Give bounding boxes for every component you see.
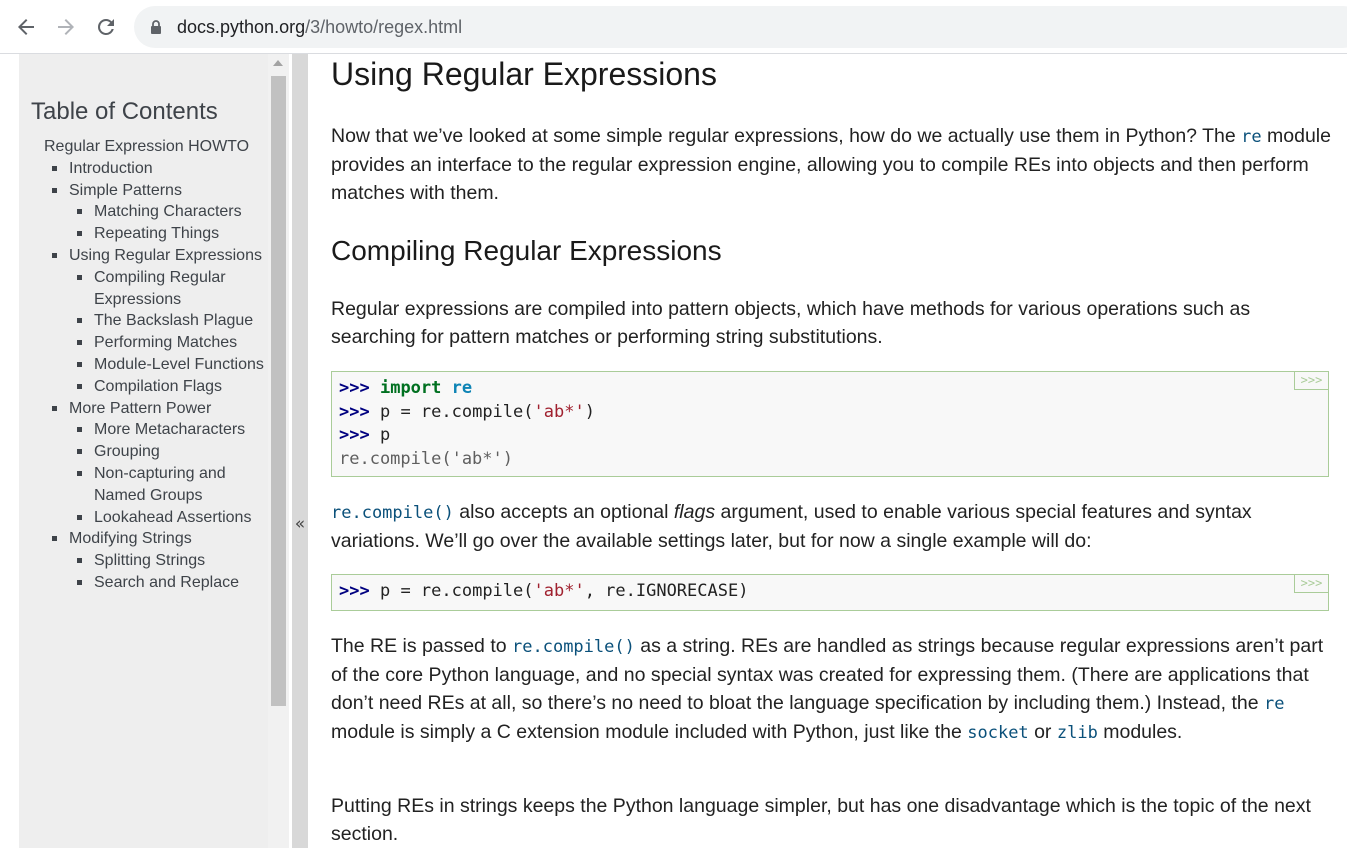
code-output: re.compile('ab*') — [339, 448, 513, 469]
code-block-2: >>> >>> p = re.compile('ab*', re.IGNOREC… — [331, 574, 1329, 611]
toc-item[interactable]: More Pattern Power — [44, 398, 264, 420]
toc-item[interactable]: Non-capturing and Named Groups — [44, 463, 264, 507]
keyword: import — [379, 378, 442, 398]
prompt: >>> — [339, 425, 370, 445]
browser-toolbar: docs.python.org/3/howto/regex.html — [0, 0, 1347, 54]
text: module is simply a C extension module in… — [331, 721, 968, 743]
emphasis: flags — [673, 501, 716, 523]
toc-item[interactable]: Simple Patterns — [44, 180, 264, 202]
toc-item[interactable]: Module-Level Functions — [44, 354, 264, 376]
toc-item[interactable]: Modifying Strings — [44, 528, 264, 550]
code-block-1: >>> >>> import re >>> p = re.compile('ab… — [331, 371, 1329, 477]
prompt: >>> — [339, 401, 370, 422]
page-title: Using Regular Expressions — [331, 56, 717, 92]
text: modules. — [1097, 721, 1183, 743]
text: or — [1028, 721, 1057, 743]
section-heading: Compiling Regular Expressions — [331, 235, 722, 266]
scrollbar-thumb[interactable] — [271, 76, 286, 706]
toc-item[interactable]: Introduction — [44, 158, 264, 180]
inline-code-re[interactable]: re — [1264, 694, 1284, 714]
toc-item[interactable]: More Metacharacters — [44, 419, 264, 441]
toc-item[interactable]: Search and Replace — [44, 572, 264, 594]
code-text: p — [379, 425, 391, 445]
string-paragraph: The RE is passed to re.compile() as a st… — [331, 632, 1331, 747]
back-arrow-icon[interactable] — [14, 15, 38, 39]
toc-item[interactable]: Grouping — [44, 441, 264, 463]
toc-item[interactable]: Performing Matches — [44, 332, 264, 354]
inline-code-re[interactable]: re — [1241, 127, 1261, 147]
toc-item[interactable]: Lookahead Assertions — [44, 507, 264, 529]
reload-icon[interactable] — [94, 15, 118, 39]
compile-paragraph: Regular expressions are compiled into pa… — [331, 298, 1251, 348]
sidebar-collapse-button[interactable]: « — [292, 54, 308, 848]
lock-icon[interactable] — [148, 19, 164, 35]
code-text: , re.IGNORECASE) — [584, 581, 749, 601]
url-domain: docs.python.org — [177, 17, 306, 37]
toc-title: Table of Contents — [31, 98, 218, 125]
prompt: >>> — [339, 581, 370, 601]
toc-item[interactable]: Compiling Regular Expressions — [44, 267, 264, 311]
code-text: ) — [584, 401, 595, 422]
intro-paragraph: Now that we’ve looked at some simple reg… — [331, 122, 1331, 207]
forward-arrow-icon[interactable] — [54, 15, 78, 39]
toc-item[interactable]: Compilation Flags — [44, 376, 264, 398]
prompt: >>> — [339, 378, 370, 398]
disadvantage-paragraph: Putting REs in strings keeps the Python … — [331, 795, 1311, 845]
inline-code-compile[interactable]: re.compile() — [331, 503, 454, 523]
code-text: p = re.compile( — [379, 581, 534, 601]
collapse-chevron-icon: « — [294, 514, 306, 534]
address-bar[interactable]: docs.python.org/3/howto/regex.html — [134, 6, 1347, 48]
toc-item[interactable]: Using Regular Expressions — [44, 245, 264, 267]
code-content: >>> p = re.compile('ab*', re.IGNORECASE) — [332, 575, 1328, 609]
scroll-up-arrow-icon[interactable] — [273, 60, 283, 66]
inline-code-compile[interactable]: re.compile() — [512, 637, 635, 657]
module-name: re — [451, 378, 473, 398]
sidebar: Table of Contents Regular Expression HOW… — [19, 54, 268, 848]
toc-list: Regular Expression HOWTO Introduction Simp… — [44, 136, 264, 594]
flags-paragraph: re.compile() also accepts an optional fl… — [331, 498, 1331, 555]
toc-item[interactable]: Matching Characters — [44, 201, 264, 223]
toc-item[interactable]: Regular Expression HOWTO — [44, 136, 264, 158]
inline-code-zlib[interactable]: zlib — [1057, 723, 1098, 743]
url-text[interactable]: docs.python.org/3/howto/regex.html — [177, 17, 462, 38]
copy-prompt-toggle[interactable]: >>> — [1294, 372, 1328, 390]
toc-item[interactable]: Splitting Strings — [44, 550, 264, 572]
code-text: p = re.compile( — [379, 401, 534, 422]
string-literal: 'ab*' — [533, 401, 585, 422]
toc-item[interactable]: Repeating Things — [44, 223, 264, 245]
toc-item[interactable]: The Backslash Plague — [44, 310, 264, 332]
string-literal: 'ab*' — [533, 581, 585, 601]
sidebar-scrollbar[interactable] — [268, 54, 289, 848]
code-content: >>> import re >>> p = re.compile('ab*') … — [332, 372, 1328, 476]
inline-code-socket[interactable]: socket — [967, 723, 1028, 743]
text: The RE is passed to — [331, 635, 513, 657]
copy-prompt-toggle[interactable]: >>> — [1294, 575, 1328, 593]
text: also accepts an optional — [453, 501, 674, 523]
text: Now that we’ve looked at some simple reg… — [331, 125, 1242, 147]
url-path: /3/howto/regex.html — [305, 17, 463, 37]
